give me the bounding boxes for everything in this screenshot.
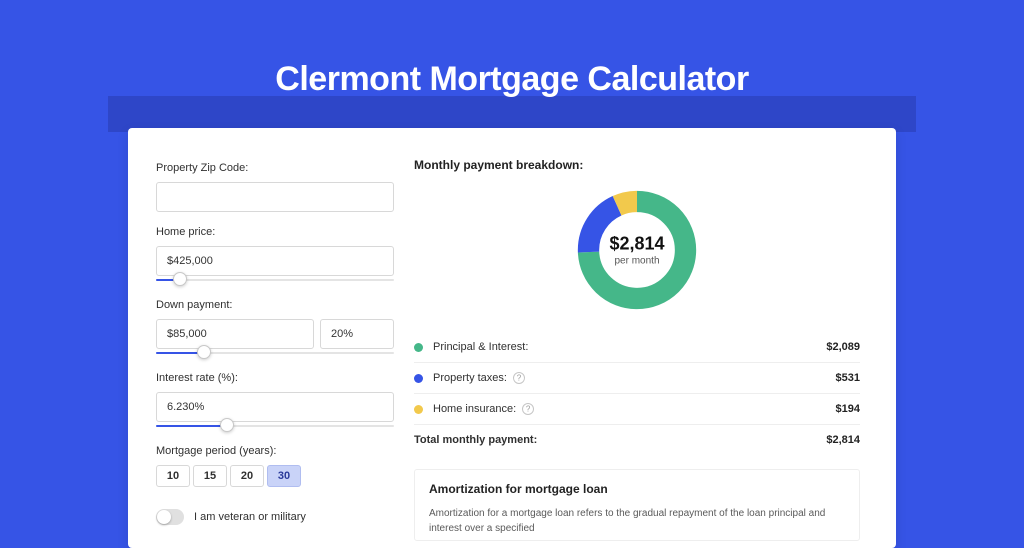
legend-value-taxes: $531 xyxy=(836,372,860,384)
legend: Principal & Interest: $2,089 Property ta… xyxy=(414,332,860,455)
amortization-section: Amortization for mortgage loan Amortizat… xyxy=(414,469,860,541)
down-payment-label: Down payment: xyxy=(156,299,394,311)
legend-dot-insurance xyxy=(414,405,423,414)
legend-dot-principal xyxy=(414,343,423,352)
info-icon[interactable] xyxy=(513,372,525,384)
donut-chart: $2,814 per month xyxy=(573,186,701,314)
legend-label-total: Total monthly payment: xyxy=(414,434,537,446)
legend-row-insurance: Home insurance: $194 xyxy=(414,394,860,425)
amortization-text: Amortization for a mortgage loan refers … xyxy=(429,506,845,536)
home-price-slider[interactable] xyxy=(156,275,394,285)
legend-value-principal: $2,089 xyxy=(826,341,860,353)
legend-label-insurance: Home insurance: xyxy=(433,403,516,415)
period-option-10[interactable]: 10 xyxy=(156,465,190,487)
amortization-heading: Amortization for mortgage loan xyxy=(429,482,845,496)
calculator-card: Property Zip Code: Home price: Down paym… xyxy=(128,128,896,548)
down-payment-percent-input[interactable] xyxy=(320,319,394,349)
home-price-label: Home price: xyxy=(156,226,394,238)
breakdown-panel: Monthly payment breakdown: $2,814 per mo… xyxy=(414,158,860,548)
legend-row-total: Total monthly payment: $2,814 xyxy=(414,425,860,455)
legend-row-taxes: Property taxes: $531 xyxy=(414,363,860,394)
veteran-toggle[interactable] xyxy=(156,509,184,525)
legend-value-insurance: $194 xyxy=(836,403,860,415)
zip-label: Property Zip Code: xyxy=(156,162,394,174)
donut-center-amount: $2,814 xyxy=(609,234,664,255)
legend-label-principal: Principal & Interest: xyxy=(433,341,528,353)
breakdown-heading: Monthly payment breakdown: xyxy=(414,158,860,172)
period-option-30[interactable]: 30 xyxy=(267,465,301,487)
home-price-input[interactable] xyxy=(156,246,394,276)
donut-center-sub: per month xyxy=(609,256,664,267)
veteran-label: I am veteran or military xyxy=(194,511,306,523)
zip-input[interactable] xyxy=(156,182,394,212)
legend-value-total: $2,814 xyxy=(826,434,860,446)
interest-slider[interactable] xyxy=(156,421,394,431)
interest-label: Interest rate (%): xyxy=(156,372,394,384)
info-icon[interactable] xyxy=(522,403,534,415)
period-group: 10 15 20 30 xyxy=(156,465,394,487)
period-option-15[interactable]: 15 xyxy=(193,465,227,487)
legend-label-taxes: Property taxes: xyxy=(433,372,507,384)
input-panel: Property Zip Code: Home price: Down paym… xyxy=(156,158,394,548)
period-label: Mortgage period (years): xyxy=(156,445,394,457)
legend-dot-taxes xyxy=(414,374,423,383)
down-payment-slider[interactable] xyxy=(156,348,394,358)
page-title: Clermont Mortgage Calculator xyxy=(0,60,1024,99)
header-band xyxy=(108,96,916,132)
period-option-20[interactable]: 20 xyxy=(230,465,264,487)
interest-input[interactable] xyxy=(156,392,394,422)
legend-row-principal: Principal & Interest: $2,089 xyxy=(414,332,860,363)
down-payment-amount-input[interactable] xyxy=(156,319,314,349)
